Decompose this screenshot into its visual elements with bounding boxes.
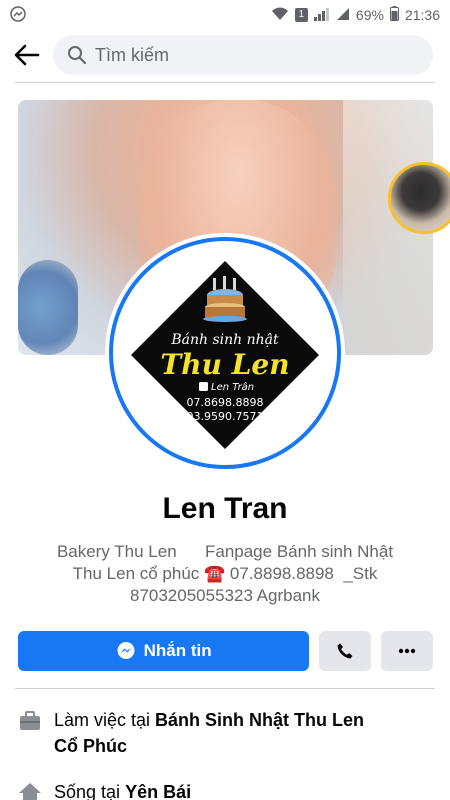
- more-button[interactable]: [381, 631, 434, 671]
- logo-line2: Thu Len: [160, 348, 289, 381]
- logo-phone-2: 03.9590.7571: [187, 410, 264, 423]
- home-icon: [18, 779, 48, 800]
- detail-work-place-line2[interactable]: Cổ Phúc: [54, 736, 127, 756]
- profile-bio: Bakery Thu Len Fanpage Bánh sinh Nhật Th…: [30, 541, 420, 607]
- top-bar: Tìm kiếm: [0, 30, 450, 80]
- more-icon: [398, 648, 416, 654]
- facebook-icon: [199, 382, 208, 391]
- search-placeholder: Tìm kiếm: [95, 44, 169, 65]
- search-icon: [68, 46, 87, 65]
- search-input[interactable]: Tìm kiếm: [53, 35, 433, 75]
- detail-work-place[interactable]: Bánh Sinh Nhật Thu Len: [155, 710, 364, 730]
- profile-picture-ring: Bánh sinh nhật Thu Len Len Trân 07.8698.…: [109, 237, 341, 469]
- messenger-icon: [117, 642, 135, 659]
- bio-line: Thu Len cổ phúc ☎️ 07.8898.8898 _Stk: [72, 564, 378, 583]
- profile-actions: Nhắn tin: [18, 631, 434, 671]
- detail-lives: Sống tại Yên Bái: [18, 779, 433, 800]
- story-avatar[interactable]: [388, 162, 450, 234]
- signal-icon: [313, 7, 330, 24]
- detail-work: Làm việc tại Bánh Sinh Nhật Thu Len Cổ P…: [18, 707, 433, 759]
- sim-icon: 1: [294, 8, 308, 22]
- back-button[interactable]: [2, 30, 52, 80]
- message-button[interactable]: Nhắn tin: [18, 631, 310, 671]
- detail-lives-prefix: Sống tại: [54, 782, 126, 800]
- divider: [15, 688, 435, 689]
- logo-line1: Bánh sinh nhật: [170, 332, 279, 348]
- phone-icon: [337, 643, 353, 659]
- briefcase-icon: [18, 707, 48, 759]
- profile-name: Len Tran: [162, 492, 288, 525]
- message-button-label: Nhắn tin: [143, 641, 212, 660]
- call-button[interactable]: [319, 631, 372, 671]
- logo-phone-1: 07.8698.8898: [187, 396, 264, 409]
- status-bar: 1 69% 21:36: [0, 0, 450, 30]
- signal-2-icon: [336, 7, 350, 24]
- arrow-left-icon: [14, 44, 40, 66]
- cover-shape: [18, 260, 78, 355]
- messenger-notification-icon: [10, 5, 26, 25]
- battery-percent: 69%: [355, 7, 384, 23]
- profile-picture[interactable]: Bánh sinh nhật Thu Len Len Trân 07.8698.…: [105, 233, 345, 473]
- bio-line: 8703205055323 Agrbank: [129, 586, 320, 605]
- detail-work-prefix: Làm việc tại: [54, 710, 156, 730]
- wifi-icon: [271, 7, 289, 24]
- bio-line: Bakery Thu Len Fanpage Bánh sinh Nhật: [56, 542, 394, 561]
- detail-lives-place[interactable]: Yên Bái: [125, 782, 191, 800]
- clock: 21:36: [404, 7, 440, 23]
- logo-fb-name: Len Trân: [211, 381, 254, 393]
- bakery-logo: Bánh sinh nhật Thu Len Len Trân 07.8698.…: [131, 261, 319, 449]
- divider: [15, 82, 435, 83]
- battery-icon: [389, 6, 399, 24]
